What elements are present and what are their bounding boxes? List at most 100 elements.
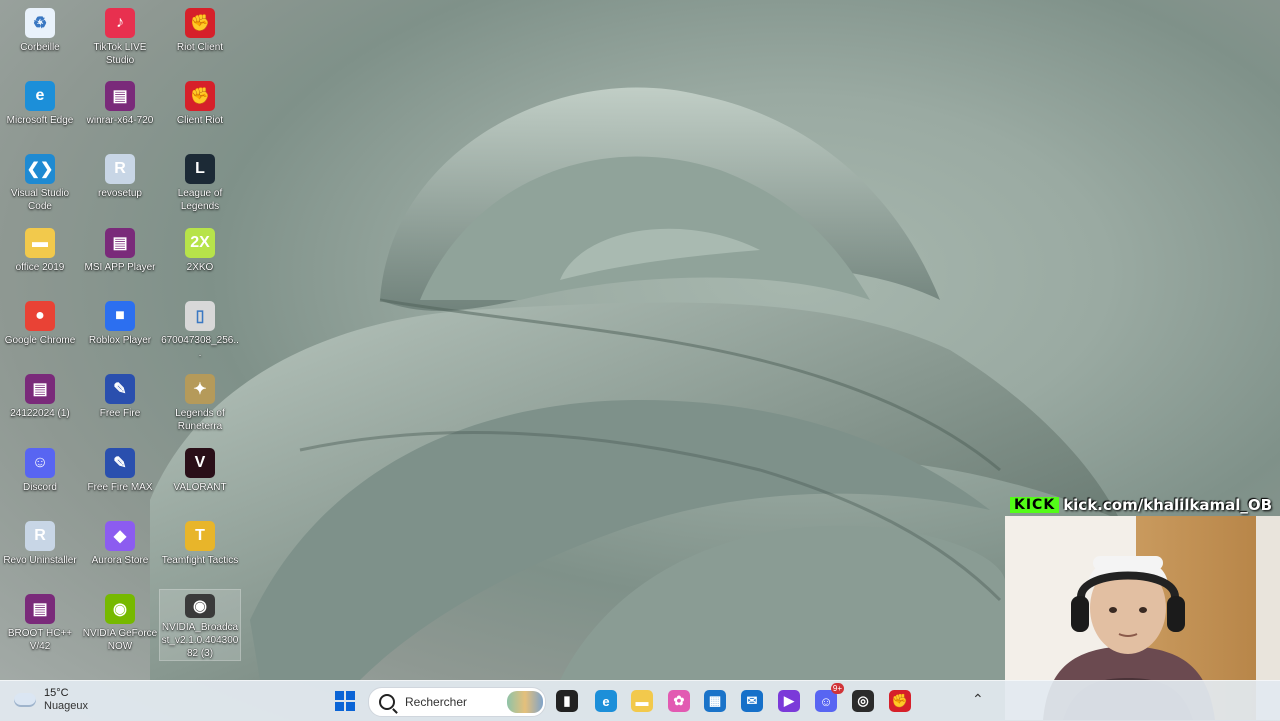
desktop-icon[interactable]: ▤ MSI APP Player — [80, 224, 160, 274]
desktop-icon-grid: ♻ Corbeille ♪ TikTok LIVE Studio ✊ Riot Clien… — [0, 0, 260, 680]
clipchamp-icon: ▶ — [778, 690, 800, 712]
taskbar-riot[interactable]: ✊ — [888, 689, 912, 713]
desktop-icon[interactable]: ◉ NVIDIA GeForce NOW — [80, 590, 160, 653]
desktop-icon-label: BROOT HC++ V/42 — [7, 628, 73, 652]
desktop-icon-label: 2XKO — [186, 262, 214, 273]
desktop-icon-label: Microsoft Edge — [6, 115, 74, 126]
valorant-icon: V — [185, 448, 215, 478]
revo-icon: R — [25, 521, 55, 551]
desktop-icon[interactable]: ♪ TikTok LIVE Studio — [80, 4, 160, 67]
taskbar-discord[interactable]: ☺ 9+ — [814, 683, 844, 713]
desktop-icon-label: office 2019 — [15, 262, 65, 273]
desktop-icon-label: 670047308_256... — [161, 335, 239, 359]
winrar-icon: ▤ — [25, 594, 55, 624]
desktop-icon[interactable]: L League of Legends — [160, 150, 240, 213]
desktop-icon[interactable]: ▯ 670047308_256... — [160, 297, 240, 360]
desktop-icon[interactable]: ● Google Chrome — [0, 297, 80, 347]
stream-url-overlay: KICK kick.com/khalilkamal_OB — [1010, 494, 1272, 516]
desktop-icon-label: Revo Uninstaller — [3, 555, 77, 566]
edge-icon: e — [595, 690, 617, 712]
cloud-icon — [14, 693, 36, 707]
desktop-icon-label: Visual Studio Code — [10, 188, 70, 212]
folder-icon: ▬ — [25, 228, 55, 258]
search-highlight-image — [507, 691, 543, 713]
desktop-icon-label: MSI APP Player — [84, 262, 156, 273]
roblox-icon: ■ — [105, 301, 135, 331]
edge-icon: e — [25, 81, 55, 111]
desktop-icon[interactable]: ✦ Legends of Runeterra — [160, 370, 240, 433]
desktop-icon[interactable]: V VALORANT — [160, 444, 240, 494]
desktop-icon[interactable]: Rrevosetup — [80, 150, 160, 200]
desktop-icon[interactable]: 2X 2XKO — [160, 224, 240, 274]
desktop-icon-label: VALORANT — [173, 482, 227, 493]
taskbar-copilot[interactable]: ✿ — [667, 689, 691, 713]
winrar-icon: ▤ — [25, 374, 55, 404]
desktop-icon[interactable]: ✊ Client Riot — [160, 77, 240, 127]
weather-condition: Nuageux — [44, 700, 89, 712]
freefire-icon: ✎ — [105, 448, 135, 478]
desktop-icon-label: Teamfight Tactics — [161, 555, 239, 566]
desktop-icon[interactable]: e Microsoft Edge — [0, 77, 80, 127]
task-view-icon: ▮ — [556, 690, 578, 712]
desktop-icon[interactable]: ◆ Aurora Store — [80, 517, 160, 567]
desktop-icon[interactable]: ✊ Riot Client — [160, 4, 240, 54]
desktop-icon-label: Google Chrome — [4, 335, 76, 346]
runeterra-icon: ✦ — [185, 374, 215, 404]
weather-temperature: 15°C — [44, 687, 69, 699]
league-icon: L — [185, 154, 215, 184]
nvidia-icon: ◉ — [105, 594, 135, 624]
riot-icon: ✊ — [185, 8, 215, 38]
discord-icon: ☺ — [25, 448, 55, 478]
desktop-icon[interactable]: ☺ Discord — [0, 444, 80, 494]
taskbar-clipchamp[interactable]: ▶ — [777, 689, 801, 713]
desktop-icon[interactable]: ▤ 24122024 (1) — [0, 370, 80, 420]
desktop-icon-label: NVIDIA GeForce NOW — [82, 628, 158, 652]
desktop-icon[interactable]: ▤ winrar-x64-720 — [80, 77, 160, 127]
desktop-icon[interactable]: T Teamfight Tactics — [160, 517, 240, 567]
tiktok-icon: ♪ — [105, 8, 135, 38]
taskbar-task-view[interactable]: ▮ — [555, 689, 579, 713]
vscode-icon: ❮❯ — [25, 154, 55, 184]
taskbar-file-explorer[interactable]: ▬ — [630, 689, 654, 713]
taskbar-obs[interactable]: ◎ — [851, 689, 875, 713]
freefire-icon: ✎ — [105, 374, 135, 404]
desktop-icon[interactable]: ▬ office 2019 — [0, 224, 80, 274]
nvidia-icon: ◉ — [185, 594, 215, 618]
tft-icon: T — [185, 521, 215, 551]
obs-icon: ◎ — [852, 690, 874, 712]
taskbar-outlook[interactable]: ✉ — [740, 689, 764, 713]
taskbar-search-box[interactable]: Rechercher — [368, 687, 546, 717]
riot-icon: ✊ — [889, 690, 911, 712]
desktop-icon[interactable]: ✎ Free Fire — [80, 370, 160, 420]
weather-widget[interactable]: 15°C Nuageux — [14, 687, 88, 713]
stream-url: kick.com/khalilkamal_OB — [1063, 496, 1273, 514]
desktop-icon-label: TikTok LIVE Studio — [93, 42, 147, 66]
windows-logo-icon — [335, 691, 355, 711]
notification-badge: 9+ — [830, 683, 844, 694]
desktop-icon-label: Client Riot — [176, 115, 224, 126]
desktop-icon[interactable]: ♻ Corbeille — [0, 4, 80, 54]
2xko-icon: 2X — [185, 228, 215, 258]
start-button[interactable] — [333, 689, 357, 713]
desktop-icon[interactable]: R Revo Uninstaller — [0, 517, 80, 567]
chevron-up-icon[interactable]: ⌃ — [972, 691, 984, 708]
desktop-icon-label: Discord — [23, 482, 57, 493]
desktop-icon[interactable]: ■ Roblox Player — [80, 297, 160, 347]
desktop-icon-label: Free Fire — [99, 408, 141, 419]
copilot-icon: ✿ — [668, 690, 690, 712]
taskbar-edge[interactable]: e — [594, 689, 618, 713]
desktop-icon-label: Aurora Store — [91, 555, 149, 566]
desktop-icon[interactable]: ▤ BROOT HC++ V/42 — [0, 590, 80, 653]
desktop-icon[interactable]: ◉ NVIDIA_Broadcast_v2.1.0.40430082 (3) — [159, 589, 241, 661]
search-placeholder: Rechercher — [405, 695, 468, 709]
chrome-icon: ● — [25, 301, 55, 331]
desktop-icon-label: Roblox Player — [88, 335, 152, 346]
aurora-icon: ◆ — [105, 521, 135, 551]
taskbar-ms-store[interactable]: ▦ — [703, 689, 727, 713]
riot-icon: ✊ — [185, 81, 215, 111]
taskbar: 15°C Nuageux Rechercher ▮ e ▬ ✿ ▦ ✉ ▶ ☺ 9+ ◎ ✊ ⌃ — [0, 680, 1280, 721]
desktop-icon[interactable]: ❮❯ Visual Studio Code — [0, 150, 80, 213]
recycle-bin-icon: ♻ — [25, 8, 55, 38]
outlook-icon: ✉ — [741, 690, 763, 712]
desktop-icon[interactable]: ✎ Free Fire MAX — [80, 444, 160, 494]
